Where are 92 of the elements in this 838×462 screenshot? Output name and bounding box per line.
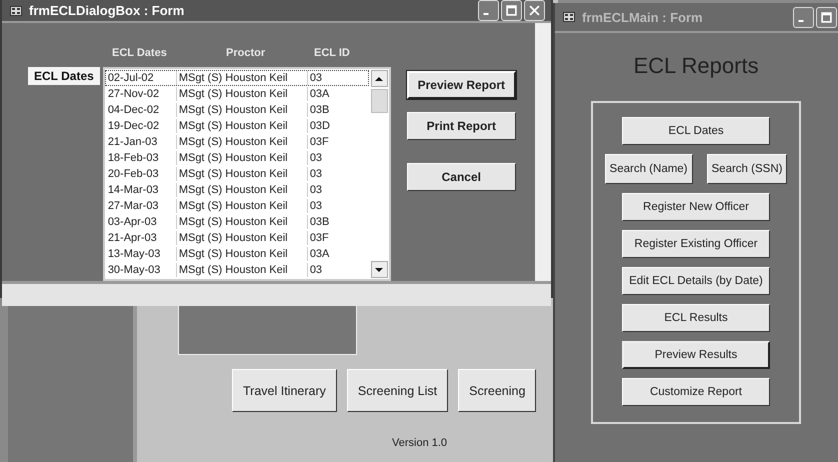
close-icon (529, 5, 540, 16)
list-row[interactable]: 20-Feb-03 MSgt (S) Houston Keil 03 (104, 166, 369, 182)
list-row[interactable]: 14-Mar-03 MSgt (S) Houston Keil 03 (104, 182, 369, 198)
list-row[interactable]: 02-Jul-02 MSgt (S) Houston Keil 03 (104, 70, 369, 86)
maximize-button[interactable] (816, 6, 837, 28)
list-cell-text: 03 (308, 263, 324, 277)
form-icon (10, 6, 22, 16)
maximize-button[interactable] (501, 0, 522, 21)
list-row[interactable]: 04-Dec-02 MSgt (S) Houston Keil 03B (104, 102, 369, 118)
list-row[interactable]: 21-Jan-03 MSgt (S) Houston Keil 03F (104, 134, 369, 150)
list-cell: MSgt (S) Houston Keil (176, 87, 308, 101)
list-cell-text: 03F (308, 135, 330, 149)
list-cell: 27-Mar-03 (106, 199, 177, 213)
dialog-button[interactable]: Cancel (406, 163, 516, 191)
menu-button[interactable]: ECL Results (622, 304, 770, 332)
dialog-button[interactable]: Preview Report (406, 71, 516, 99)
list-cell: MSgt (S) Houston Keil (176, 247, 308, 261)
form-button[interactable]: Screening List (346, 369, 448, 412)
list-row[interactable]: 18-Feb-03 MSgt (S) Houston Keil 03 (104, 150, 369, 166)
list-row[interactable]: 27-Nov-02 MSgt (S) Houston Keil 03A (104, 86, 369, 102)
menu-button[interactable]: Register New Officer (622, 193, 770, 221)
form-icon (563, 12, 575, 22)
column-header: ECL Dates (112, 47, 168, 59)
maximize-icon (506, 5, 517, 16)
down-arrow-icon (375, 266, 384, 272)
list-cell: 30-May-03 (106, 263, 177, 277)
list-row[interactable]: 30-May-03 MSgt (S) Houston Keil 03 (104, 262, 369, 278)
list-cell-text: 03F (308, 231, 330, 245)
version-label: Version 1.0 (392, 437, 448, 449)
scroll-bar[interactable] (370, 70, 388, 278)
list-cell: MSgt (S) Houston Keil (176, 263, 308, 277)
list-cell-text: 03 (308, 199, 324, 213)
menu-button[interactable]: Edit ECL Details (by Date) (622, 267, 770, 295)
window-title: frmECLMain : Form (582, 10, 704, 24)
menu-button[interactable]: Register Existing Officer (622, 230, 770, 258)
form-button[interactable]: Screening (458, 369, 536, 412)
list-cell: 14-Mar-03 (106, 183, 177, 197)
list-cell: MSgt (S) Houston Keil (176, 199, 308, 213)
list-cell: 04-Dec-02 (106, 103, 177, 117)
form-heading: ECL Reports (633, 53, 759, 79)
list-row[interactable]: 13-May-03 MSgt (S) Houston Keil 03A (104, 246, 369, 262)
list-cell: 21-Jan-03 (106, 135, 177, 149)
maximize-icon (821, 12, 832, 22)
list-cell: 18-Feb-03 (106, 151, 177, 165)
list-cell-text: 03 (308, 183, 324, 197)
list-cell-text: 03B (308, 103, 330, 117)
list-cell: MSgt (S) Houston Keil (176, 103, 308, 117)
field-label: ECL Dates (28, 67, 100, 85)
list-cell: MSgt (S) Houston Keil (176, 135, 308, 149)
menu-button[interactable]: ECL Dates (622, 117, 770, 145)
menu-button[interactable]: Preview Results (622, 341, 770, 369)
list-cell-text: 03A (308, 247, 330, 261)
menu-button[interactable]: Search (SSN) (706, 154, 788, 184)
scroll-thumb[interactable] (370, 89, 388, 113)
minimize-icon (798, 20, 804, 22)
list-cell: 03-Apr-03 (106, 215, 177, 229)
list-cell: 27-Nov-02 (106, 87, 177, 101)
list-cell-text: 03 (308, 151, 324, 165)
minimize-button[interactable] (793, 6, 814, 28)
form-button[interactable]: Travel Itinerary (232, 369, 337, 412)
list-cell: MSgt (S) Houston Keil (176, 119, 308, 133)
list-cell-text: 03 (308, 71, 324, 85)
menu-button[interactable]: Customize Report (622, 378, 770, 406)
list-cell-text: 03A (308, 87, 330, 101)
list-cell: MSgt (S) Houston Keil (176, 167, 308, 181)
column-header: ECL ID (314, 47, 351, 59)
up-arrow-icon (375, 76, 384, 82)
close-button[interactable] (524, 0, 545, 21)
list-cell: 13-May-03 (106, 247, 177, 261)
list-cell: 21-Apr-03 (106, 231, 177, 245)
menu-button[interactable]: Search (Name) (604, 154, 693, 184)
list-row[interactable]: 19-Dec-02 MSgt (S) Houston Keil 03D (104, 118, 369, 134)
list-cell: MSgt (S) Houston Keil (176, 231, 308, 245)
column-header: Proctor (226, 47, 266, 59)
list-row[interactable]: 21-Apr-03 MSgt (S) Houston Keil 03F (104, 230, 369, 246)
list-cell-text: 03 (308, 167, 324, 181)
list-cell-text: 03B (308, 215, 330, 229)
list-row[interactable]: 03-Apr-03 MSgt (S) Houston Keil 03B (104, 214, 369, 230)
list-box[interactable] (102, 67, 391, 281)
list-cell-text: 03D (308, 119, 331, 133)
list-cell: 19-Dec-02 (106, 119, 177, 133)
minimize-icon (483, 13, 489, 15)
list-cell: 02-Jul-02 (106, 71, 177, 85)
dialog-button[interactable]: Print Report (406, 112, 516, 140)
list-cell: MSgt (S) Houston Keil (176, 151, 308, 165)
list-cell: MSgt (S) Houston Keil (176, 183, 308, 197)
minimize-button[interactable] (478, 0, 499, 21)
list-cell: MSgt (S) Houston Keil (176, 71, 308, 85)
window-title: frmECLDialogBox : Form (29, 3, 186, 18)
list-cell: 20-Feb-03 (106, 167, 177, 181)
list-cell: MSgt (S) Houston Keil (176, 215, 308, 229)
list-row[interactable]: 27-Mar-03 MSgt (S) Houston Keil 03 (104, 198, 369, 214)
